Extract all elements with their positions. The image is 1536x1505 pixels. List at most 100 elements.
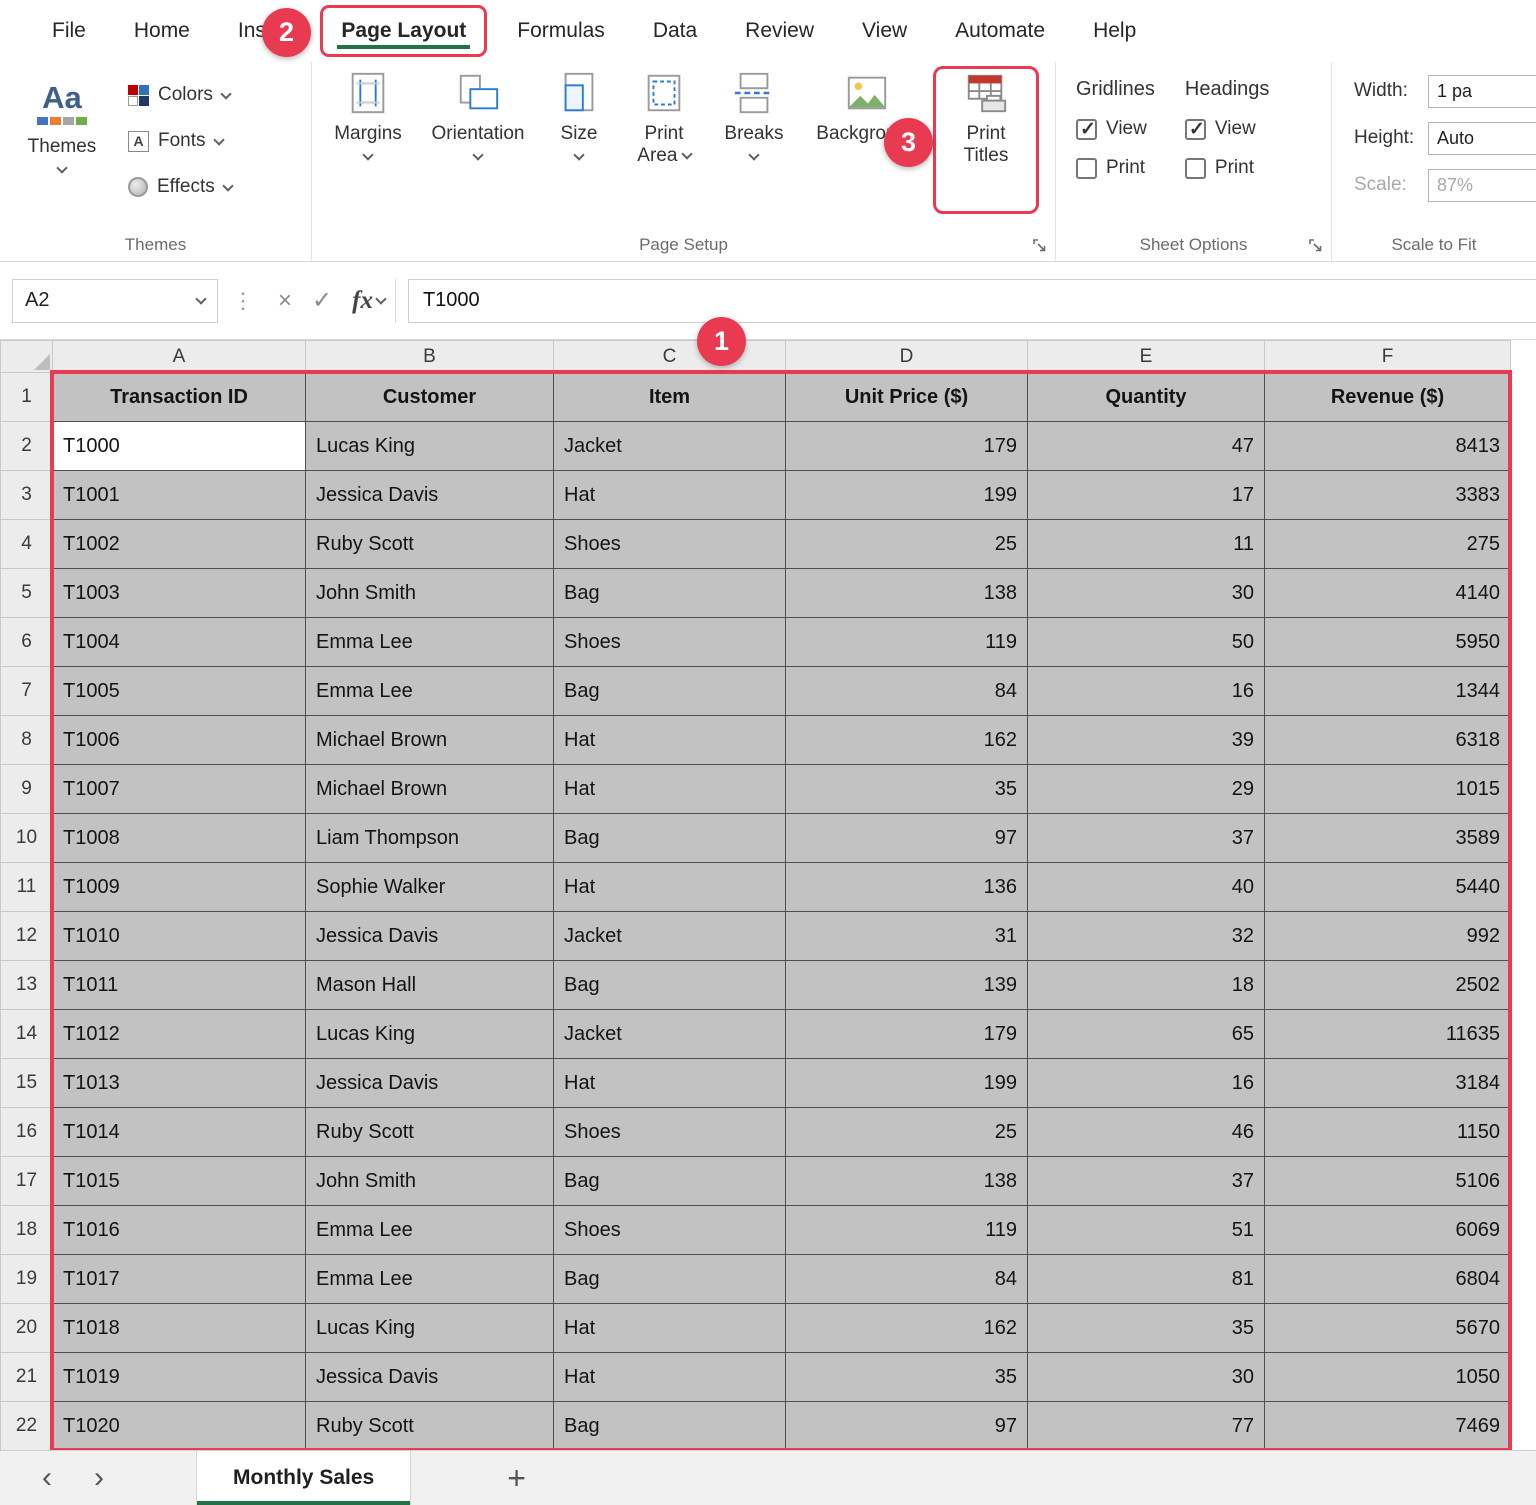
height-input[interactable]: Auto <box>1428 122 1536 155</box>
cell-B4[interactable]: Ruby Scott <box>306 520 554 569</box>
tab-review[interactable]: Review <box>721 0 838 62</box>
cell-C21[interactable]: Hat <box>554 1353 786 1402</box>
cell-C17[interactable]: Bag <box>554 1157 786 1206</box>
name-box[interactable]: A2 <box>12 279 218 323</box>
column-header-B[interactable]: B <box>306 341 554 373</box>
cell-D16[interactable]: 25 <box>786 1108 1028 1157</box>
cell-E7[interactable]: 16 <box>1028 667 1265 716</box>
cell-C2[interactable]: Jacket <box>554 422 786 471</box>
cell-E10[interactable]: 37 <box>1028 814 1265 863</box>
cell-B5[interactable]: John Smith <box>306 569 554 618</box>
row-header-8[interactable]: 8 <box>1 716 53 765</box>
cell-E15[interactable]: 16 <box>1028 1059 1265 1108</box>
row-header-19[interactable]: 19 <box>1 1255 53 1304</box>
cell-F16[interactable]: 1150 <box>1265 1108 1511 1157</box>
cell-D5[interactable]: 138 <box>786 569 1028 618</box>
cell-E5[interactable]: 30 <box>1028 569 1265 618</box>
cell-A6[interactable]: T1004 <box>53 618 306 667</box>
cell-E8[interactable]: 39 <box>1028 716 1265 765</box>
cell-E4[interactable]: 11 <box>1028 520 1265 569</box>
cell-D1[interactable]: Unit Price ($) <box>786 373 1028 422</box>
cell-A15[interactable]: T1013 <box>53 1059 306 1108</box>
cell-B13[interactable]: Mason Hall <box>306 961 554 1010</box>
cell-E3[interactable]: 17 <box>1028 471 1265 520</box>
cell-E20[interactable]: 35 <box>1028 1304 1265 1353</box>
row-header-21[interactable]: 21 <box>1 1353 53 1402</box>
headings-print-checkbox-row[interactable]: Print <box>1185 157 1270 179</box>
cell-A8[interactable]: T1006 <box>53 716 306 765</box>
cell-B2[interactable]: Lucas King <box>306 422 554 471</box>
gridlines-print-checkbox-row[interactable]: Print <box>1076 157 1155 179</box>
sheet-nav-left-icon[interactable]: ‹ <box>42 1463 52 1493</box>
row-header-11[interactable]: 11 <box>1 863 53 912</box>
cell-C16[interactable]: Shoes <box>554 1108 786 1157</box>
cell-B14[interactable]: Lucas King <box>306 1010 554 1059</box>
enter-icon[interactable]: ✓ <box>312 286 332 315</box>
cell-C4[interactable]: Shoes <box>554 520 786 569</box>
cell-B19[interactable]: Emma Lee <box>306 1255 554 1304</box>
cell-D12[interactable]: 31 <box>786 912 1028 961</box>
cell-D6[interactable]: 119 <box>786 618 1028 667</box>
formula-input[interactable]: T1000 <box>408 279 1536 323</box>
cell-E9[interactable]: 29 <box>1028 765 1265 814</box>
cell-D22[interactable]: 97 <box>786 1402 1028 1451</box>
cell-B8[interactable]: Michael Brown <box>306 716 554 765</box>
cell-F1[interactable]: Revenue ($) <box>1265 373 1511 422</box>
cell-E21[interactable]: 30 <box>1028 1353 1265 1402</box>
cell-F2[interactable]: 8413 <box>1265 422 1511 471</box>
row-header-18[interactable]: 18 <box>1 1206 53 1255</box>
cell-A4[interactable]: T1002 <box>53 520 306 569</box>
cell-F15[interactable]: 3184 <box>1265 1059 1511 1108</box>
headings-print-checkbox[interactable] <box>1185 158 1206 179</box>
row-header-12[interactable]: 12 <box>1 912 53 961</box>
cell-D13[interactable]: 139 <box>786 961 1028 1010</box>
cell-C9[interactable]: Hat <box>554 765 786 814</box>
tab-automate[interactable]: Automate <box>931 0 1069 62</box>
cell-F10[interactable]: 3589 <box>1265 814 1511 863</box>
cell-C13[interactable]: Bag <box>554 961 786 1010</box>
cell-B7[interactable]: Emma Lee <box>306 667 554 716</box>
cell-B6[interactable]: Emma Lee <box>306 618 554 667</box>
cell-A18[interactable]: T1016 <box>53 1206 306 1255</box>
column-header-D[interactable]: D <box>786 341 1028 373</box>
tab-page-layout[interactable]: Page Layout <box>320 5 487 57</box>
cell-C15[interactable]: Hat <box>554 1059 786 1108</box>
cell-C8[interactable]: Hat <box>554 716 786 765</box>
name-box-chevron-icon[interactable] <box>195 293 206 304</box>
cell-D3[interactable]: 199 <box>786 471 1028 520</box>
tab-view[interactable]: View <box>838 0 931 62</box>
breaks-button[interactable]: Breaks <box>714 68 794 214</box>
cell-A13[interactable]: T1011 <box>53 961 306 1010</box>
gridlines-view-checkbox-row[interactable]: View <box>1076 118 1155 140</box>
tab-data[interactable]: Data <box>629 0 721 62</box>
row-header-20[interactable]: 20 <box>1 1304 53 1353</box>
cell-F12[interactable]: 992 <box>1265 912 1511 961</box>
cell-B3[interactable]: Jessica Davis <box>306 471 554 520</box>
cell-B17[interactable]: John Smith <box>306 1157 554 1206</box>
page-setup-dialog-launcher-icon[interactable] <box>1033 239 1047 253</box>
cell-D14[interactable]: 179 <box>786 1010 1028 1059</box>
cell-B10[interactable]: Liam Thompson <box>306 814 554 863</box>
cell-B9[interactable]: Michael Brown <box>306 765 554 814</box>
sheet-tab-monthly-sales[interactable]: Monthly Sales <box>196 1451 411 1505</box>
cell-F4[interactable]: 275 <box>1265 520 1511 569</box>
cell-C6[interactable]: Shoes <box>554 618 786 667</box>
row-header-16[interactable]: 16 <box>1 1108 53 1157</box>
headings-view-checkbox[interactable] <box>1185 119 1206 140</box>
cell-B12[interactable]: Jessica Davis <box>306 912 554 961</box>
cell-A22[interactable]: T1020 <box>53 1402 306 1451</box>
cell-F7[interactable]: 1344 <box>1265 667 1511 716</box>
cell-B1[interactable]: Customer <box>306 373 554 422</box>
cell-F21[interactable]: 1050 <box>1265 1353 1511 1402</box>
cell-F9[interactable]: 1015 <box>1265 765 1511 814</box>
cell-D7[interactable]: 84 <box>786 667 1028 716</box>
cancel-icon[interactable]: × <box>278 287 292 315</box>
cell-D8[interactable]: 162 <box>786 716 1028 765</box>
themes-button[interactable]: Aa Themes <box>14 72 110 227</box>
sheet-nav-right-icon[interactable]: › <box>94 1463 104 1493</box>
print-area-button[interactable]: Print Area <box>622 68 706 214</box>
cell-B18[interactable]: Emma Lee <box>306 1206 554 1255</box>
cell-E6[interactable]: 50 <box>1028 618 1265 667</box>
print-titles-button[interactable]: Print Titles <box>940 68 1032 214</box>
tab-file[interactable]: File <box>28 0 110 62</box>
